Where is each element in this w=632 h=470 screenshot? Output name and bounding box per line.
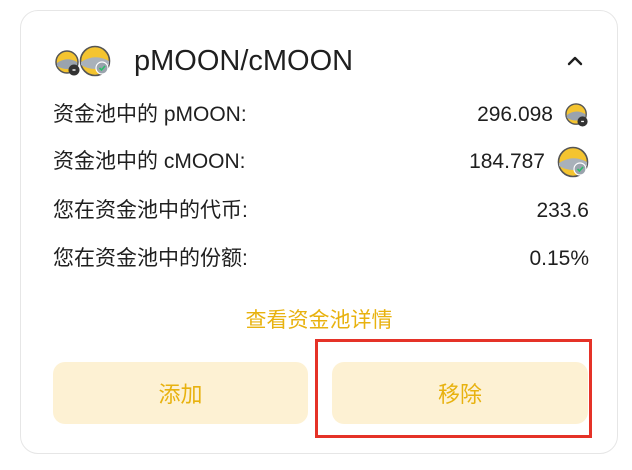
pool-share-value: 0.15%: [529, 247, 589, 270]
liquidity-position-card: pMOON/cMOON 资金池中的 pMOON: 296.098 资金池中的 c…: [20, 10, 618, 454]
pooled-cmoon-label: 资金池中的 cMOON:: [53, 150, 246, 173]
add-liquidity-button[interactable]: 添加: [53, 362, 308, 424]
collapse-button[interactable]: [561, 47, 589, 75]
chevron-up-icon: [567, 56, 583, 66]
pmoon-token-icon: [565, 103, 588, 127]
pool-share-row: 您在资金池中的份额: 0.15%: [53, 243, 589, 275]
pmoon-token-icon: [55, 50, 80, 76]
pooled-pmoon-value: 296.098: [477, 103, 553, 126]
cmoon-token-icon: [79, 45, 111, 77]
cmoon-token-icon: [557, 146, 589, 178]
pair-header[interactable]: pMOON/cMOON: [21, 41, 617, 81]
view-pool-details-link[interactable]: 查看资金池详情: [21, 305, 617, 337]
pool-tokens-value: 233.6: [536, 199, 589, 222]
remove-liquidity-button[interactable]: 移除: [332, 362, 588, 424]
pool-share-label: 您在资金池中的份额:: [53, 247, 248, 270]
pooled-pmoon-label: 资金池中的 pMOON:: [53, 103, 247, 126]
pooled-pmoon-row: 资金池中的 pMOON: 296.098: [53, 99, 589, 131]
pooled-cmoon-row: 资金池中的 cMOON: 184.787: [53, 146, 589, 178]
pair-token-icons: [55, 45, 115, 77]
pair-title: pMOON/cMOON: [134, 45, 354, 77]
pooled-cmoon-value: 184.787: [469, 150, 545, 173]
pool-tokens-label: 您在资金池中的代币:: [53, 199, 248, 222]
pool-tokens-row: 您在资金池中的代币: 233.6: [53, 195, 589, 227]
